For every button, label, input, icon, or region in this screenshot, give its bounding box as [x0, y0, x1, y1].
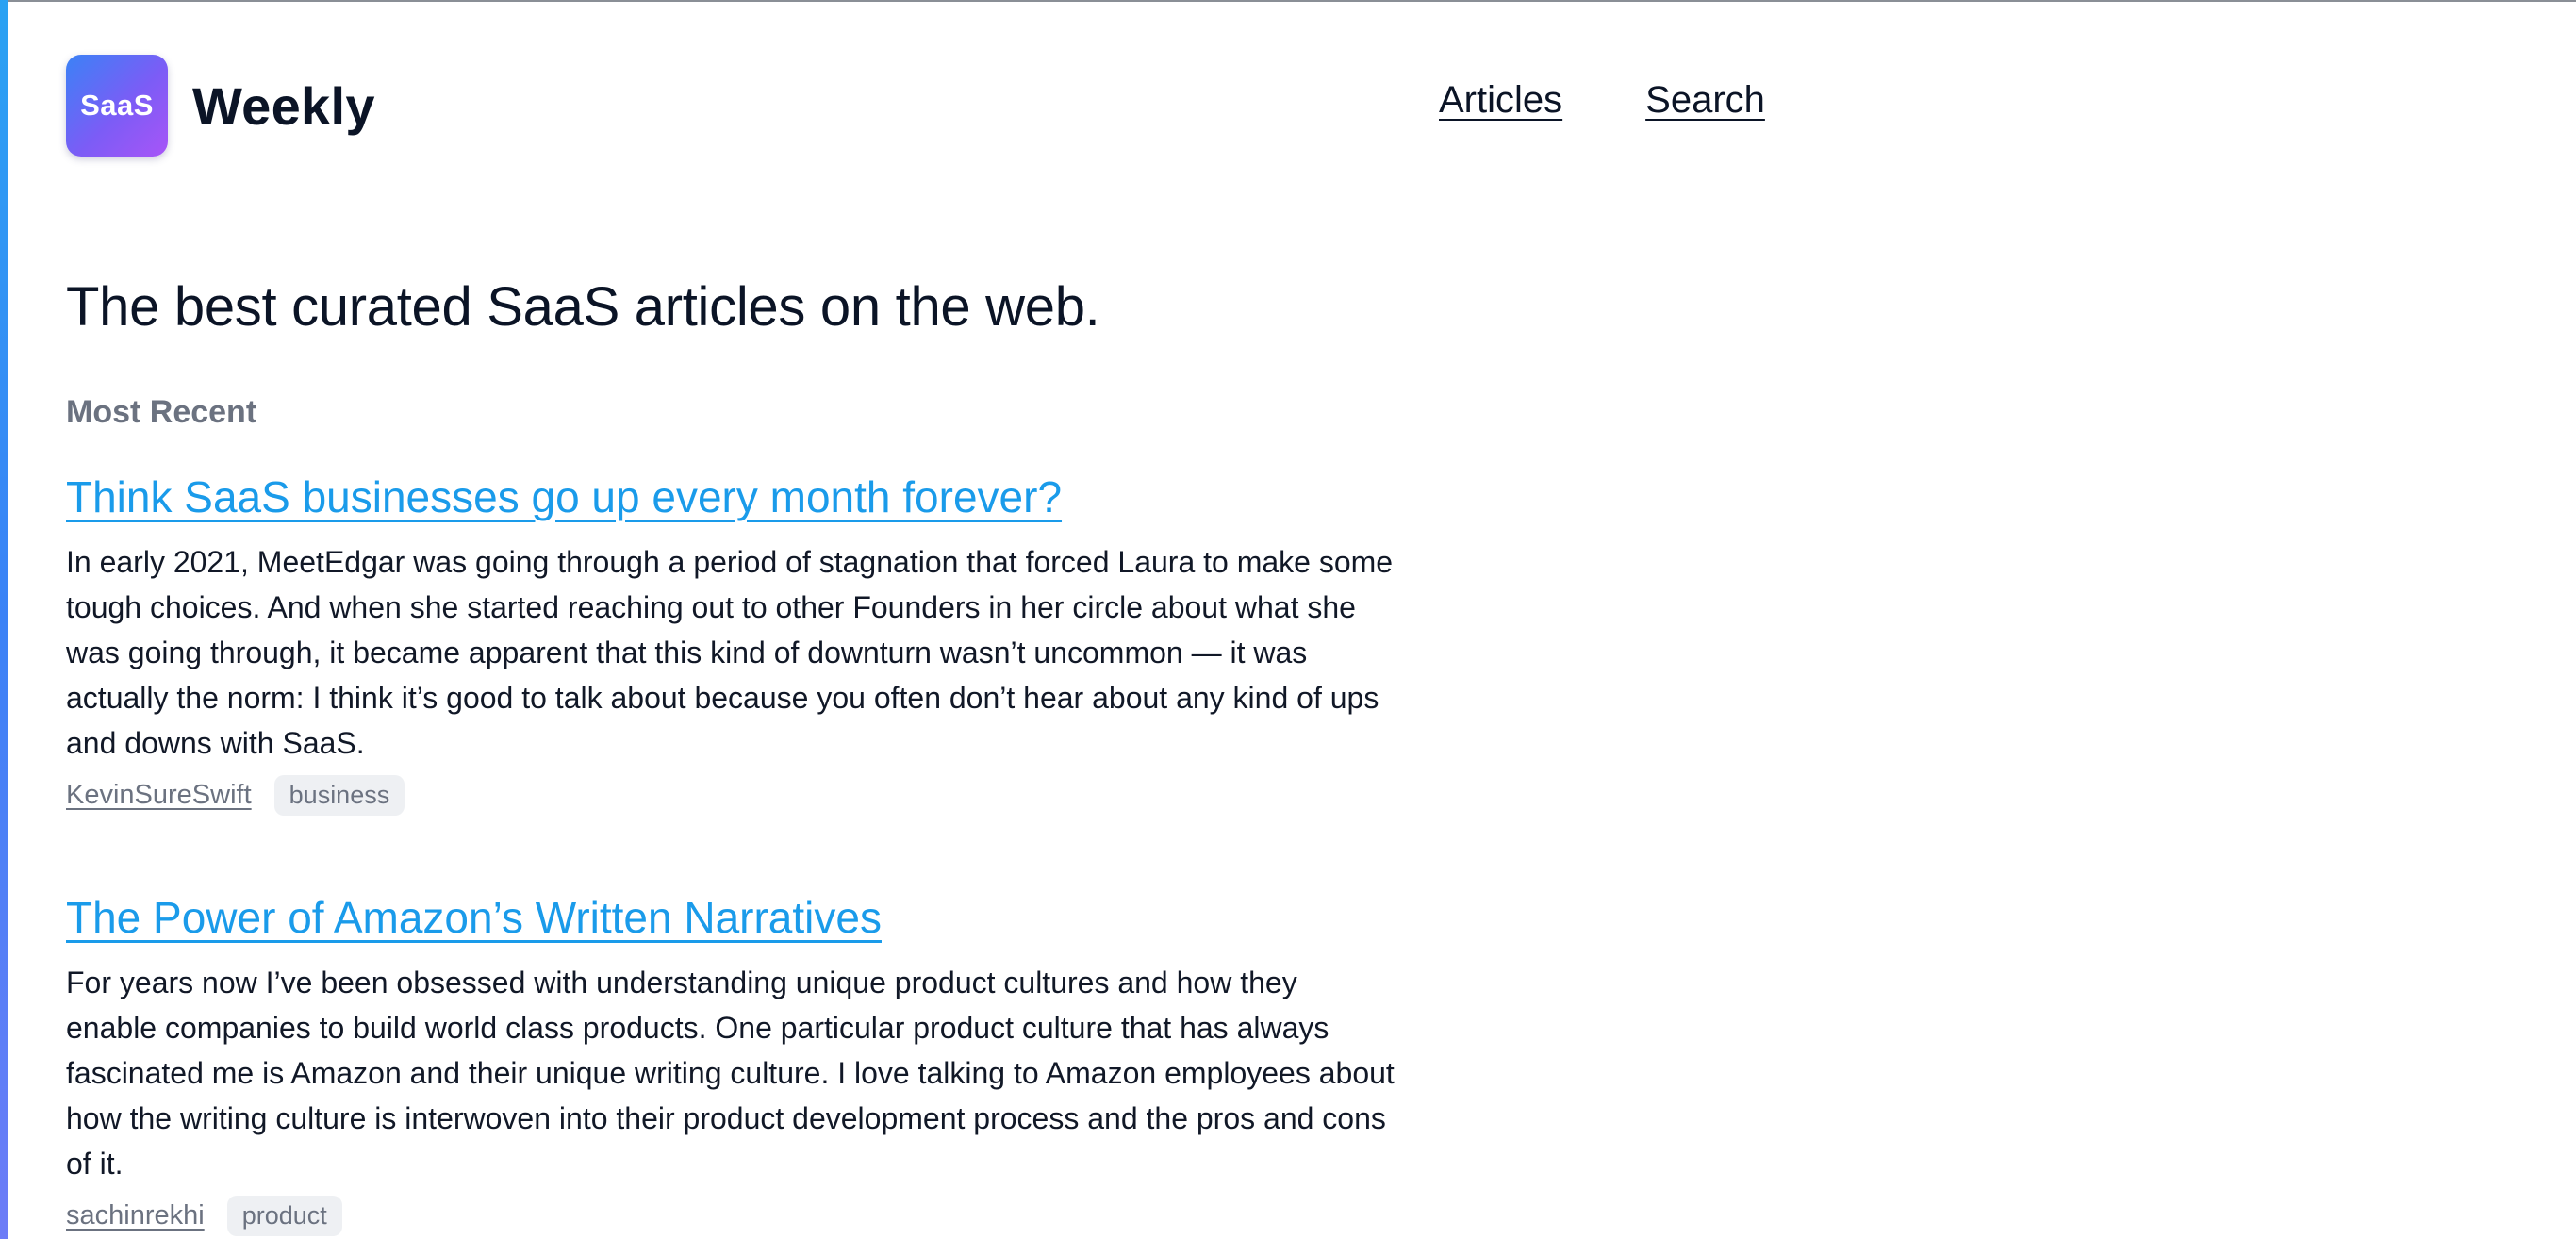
article-meta: sachinrekhi product — [66, 1196, 1395, 1236]
brand-name: Weekly — [192, 75, 375, 136]
section-label-most-recent: Most Recent — [66, 394, 257, 430]
article-card: Think SaaS businesses go up every month … — [66, 468, 1395, 816]
brand-logo-link[interactable]: SaaS Weekly — [66, 55, 375, 157]
window-top-border — [0, 0, 2576, 2]
page-hero-heading: The best curated SaaS articles on the we… — [66, 276, 1100, 338]
article-excerpt: In early 2021, MeetEdgar was going throu… — [66, 545, 1394, 760]
nav-link-search[interactable]: Search — [1645, 79, 1765, 122]
article-meta: KevinSureSwift business — [66, 775, 1395, 816]
tag-badge[interactable]: business — [273, 775, 405, 816]
main-nav: Articles Search — [1439, 79, 1765, 122]
article-title-link[interactable]: Think SaaS businesses go up every month … — [66, 468, 1062, 526]
article-card: The Power of Amazon’s Written Narratives… — [66, 888, 1395, 1236]
left-accent-bar — [0, 0, 8, 1239]
logo-badge-text: SaaS — [80, 89, 154, 122]
nav-link-articles[interactable]: Articles — [1439, 79, 1562, 122]
author-link[interactable]: sachinrekhi — [66, 1200, 205, 1231]
saas-logo-badge: SaaS — [66, 55, 168, 157]
author-link[interactable]: KevinSureSwift — [66, 780, 252, 811]
article-title-link[interactable]: The Power of Amazon’s Written Narratives — [66, 888, 882, 947]
tag-badge[interactable]: product — [226, 1196, 342, 1236]
site-header: SaaS Weekly Articles Search — [66, 55, 1765, 157]
article-excerpt: For years now I’ve been obsessed with un… — [66, 966, 1395, 1181]
